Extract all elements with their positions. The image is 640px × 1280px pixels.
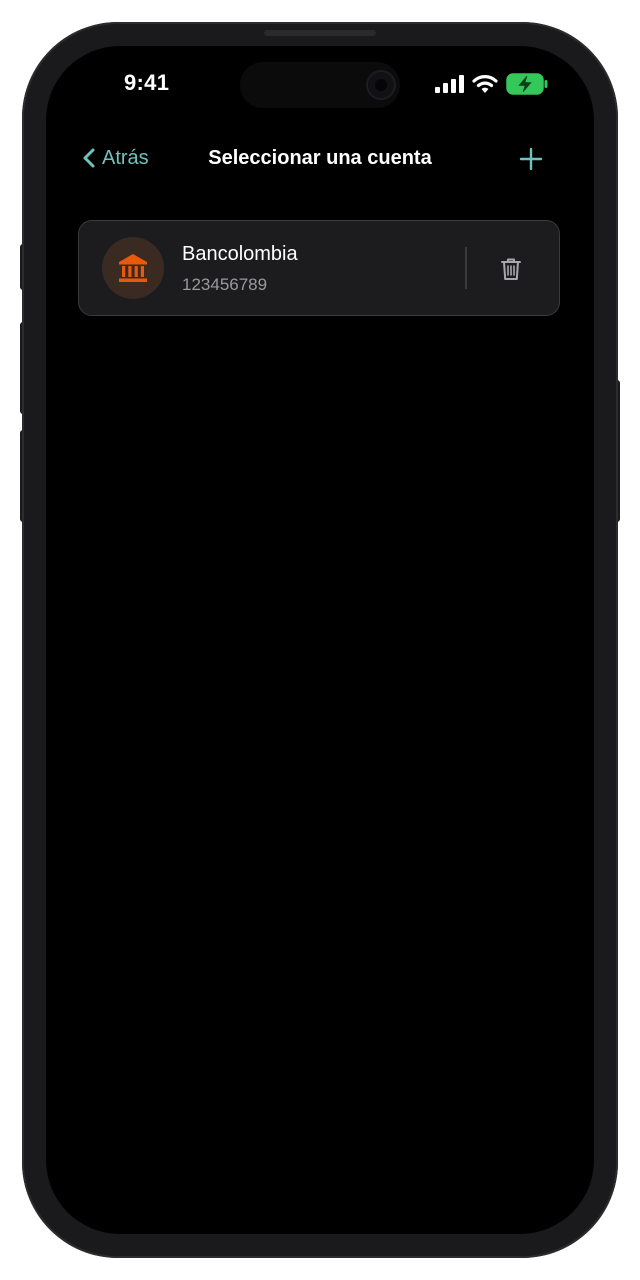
earpiece-speaker	[264, 30, 376, 36]
battery-charging-icon	[506, 73, 548, 95]
add-account-button[interactable]	[516, 144, 546, 174]
account-card[interactable]: Bancolombia 123456789	[78, 220, 560, 316]
page-title: Seleccionar una cuenta	[208, 147, 432, 169]
trash-icon	[501, 258, 521, 280]
navigation-bar: Atrás Seleccionar una cuenta	[46, 140, 594, 176]
account-number: 123456789	[182, 275, 268, 294]
cellular-signal-icon	[435, 75, 464, 93]
app-screen: 9:41 Atrás Seleccionar una cuenta Bancol…	[46, 46, 594, 1234]
wifi-icon	[472, 75, 498, 93]
bank-avatar	[102, 237, 164, 299]
bank-name: Bancolombia	[182, 243, 298, 265]
plus-icon	[519, 147, 543, 171]
bank-icon	[119, 254, 147, 282]
status-icons	[434, 72, 548, 96]
card-divider	[465, 247, 467, 289]
delete-account-button[interactable]	[497, 255, 525, 283]
status-time: 9:41	[124, 70, 170, 95]
front-camera	[366, 70, 396, 100]
